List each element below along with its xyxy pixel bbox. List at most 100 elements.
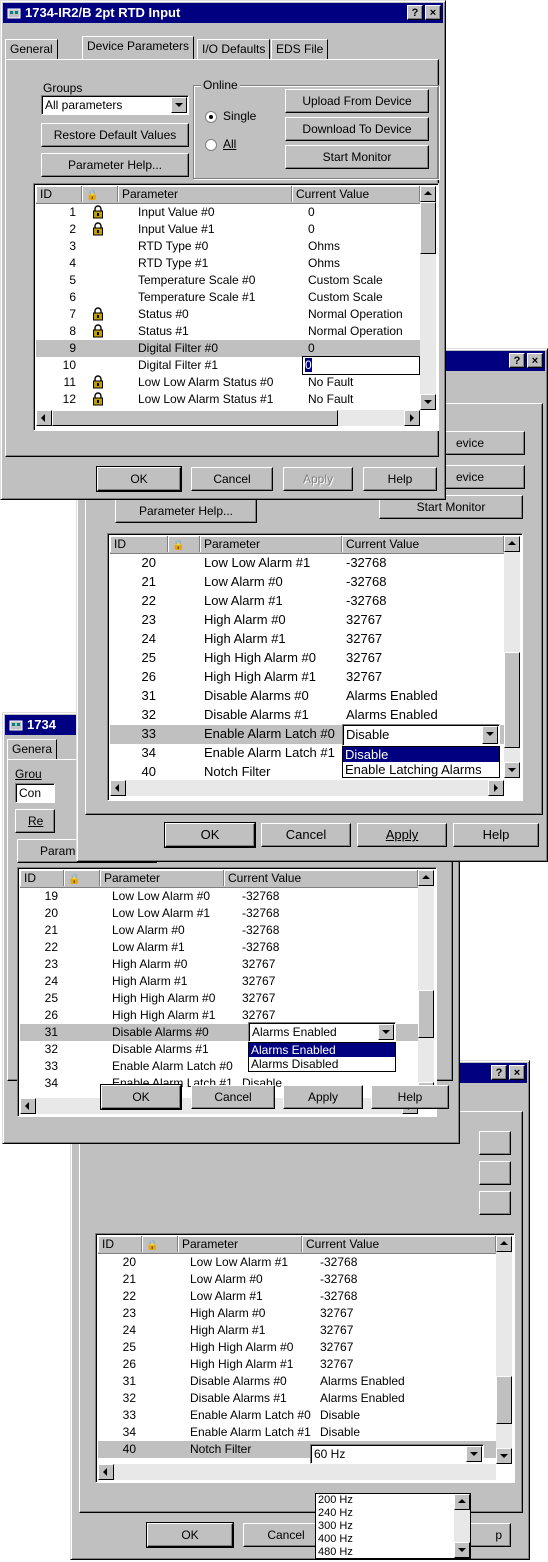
help-title-button[interactable]: ? bbox=[509, 353, 525, 368]
col-parameter[interactable]: Parameter bbox=[200, 536, 342, 552]
disable-alarms-combo[interactable]: Alarms Enabled bbox=[248, 1022, 396, 1042]
col-parameter[interactable]: Parameter bbox=[100, 870, 224, 886]
scroll-thumb[interactable] bbox=[504, 652, 520, 748]
dropdown-arrow[interactable] bbox=[378, 1024, 394, 1040]
options-scroll-down[interactable] bbox=[454, 1542, 470, 1558]
table-row[interactable]: 12 Low Low Alarm Status #1 No Fault bbox=[36, 391, 420, 408]
parameter-list[interactable]: ID 🔒 Parameter Current Value 20 Low Low A… bbox=[95, 1233, 515, 1483]
tab-general[interactable]: General bbox=[5, 39, 58, 59]
close-button[interactable]: × bbox=[425, 5, 441, 20]
table-row[interactable]: 21 Low Alarm #0 -32768 bbox=[98, 1271, 496, 1288]
col-value[interactable]: Current Value bbox=[292, 186, 420, 202]
horizontal-scrollbar[interactable] bbox=[98, 1464, 496, 1480]
tab-general[interactable]: Genera bbox=[7, 739, 58, 759]
table-row[interactable]: 31 Disable Alarms #0 Alarms Enabled bbox=[98, 1373, 496, 1390]
restore-defaults-button[interactable]: Restore Default Values bbox=[41, 123, 189, 147]
radio-all[interactable] bbox=[205, 139, 217, 151]
col-icons[interactable]: 🔒 bbox=[168, 536, 200, 552]
dropdown-option[interactable]: 480 Hz bbox=[316, 1546, 454, 1559]
table-row[interactable]: 20 Low Low Alarm #1 -32768 bbox=[110, 554, 504, 573]
notch-filter-combo[interactable]: 60 Hz bbox=[310, 1444, 484, 1464]
ok-button[interactable]: OK bbox=[100, 1084, 182, 1110]
options-scroll-up[interactable] bbox=[454, 1494, 470, 1510]
parameter-list[interactable]: ID 🔒 Parameter Current Value 20 Low Low A… bbox=[107, 533, 523, 801]
title-bar[interactable]: 1734-IR2/B 2pt RTD Input ? × bbox=[3, 3, 443, 23]
table-row[interactable]: 31 Disable Alarms #0 Alarms Enabled bbox=[110, 687, 504, 706]
table-row[interactable]: 22 Low Alarm #1 -32768 bbox=[98, 1288, 496, 1305]
tab-device-parameters[interactable]: Device Parameters bbox=[82, 36, 195, 59]
vertical-scrollbar[interactable] bbox=[504, 536, 520, 778]
table-row[interactable]: 8 Status #1 Normal Operation bbox=[36, 323, 420, 340]
vertical-scrollbar[interactable] bbox=[496, 1236, 512, 1464]
scroll-thumb[interactable] bbox=[420, 202, 436, 254]
h-scroll-thumb[interactable] bbox=[52, 410, 338, 426]
scroll-down-button[interactable] bbox=[420, 394, 436, 410]
col-id[interactable]: ID bbox=[110, 536, 168, 552]
enable-latch-combo[interactable]: Disable bbox=[342, 724, 500, 746]
help-button[interactable]: Help bbox=[371, 1085, 449, 1109]
dropdown-option[interactable]: Alarms Disabled bbox=[249, 1057, 395, 1071]
dropdown-option[interactable]: 400 Hz bbox=[316, 1533, 454, 1546]
start-monitor-button[interactable]: Start Monitor bbox=[285, 145, 429, 169]
table-row[interactable]: 21 Low Alarm #0 -32768 bbox=[20, 922, 418, 939]
tab-eds-file[interactable]: EDS File bbox=[271, 39, 329, 59]
close-button[interactable]: × bbox=[527, 353, 543, 368]
options-scrollbar[interactable] bbox=[454, 1494, 470, 1558]
table-row[interactable]: 19 Low Low Alarm #0 -32768 bbox=[20, 888, 418, 905]
help-title-button[interactable]: ? bbox=[407, 5, 423, 20]
col-id[interactable]: ID bbox=[98, 1236, 142, 1252]
table-row[interactable]: 7 Status #0 Normal Operation bbox=[36, 306, 420, 323]
scroll-left-button[interactable] bbox=[36, 410, 52, 426]
ok-button[interactable]: OK bbox=[96, 466, 182, 492]
table-row[interactable]: 2 Input Value #1 0 bbox=[36, 221, 420, 238]
table-row[interactable]: 5 Temperature Scale #0 Custom Scale bbox=[36, 272, 420, 289]
dropdown-arrow[interactable] bbox=[466, 1446, 482, 1462]
table-row[interactable]: 20 Low Low Alarm #1 -32768 bbox=[98, 1254, 496, 1271]
table-row[interactable]: 22 Low Alarm #1 -32768 bbox=[20, 939, 418, 956]
table-row[interactable]: 20 Low Low Alarm #1 -32768 bbox=[20, 905, 418, 922]
col-icons[interactable]: 🔒 bbox=[142, 1236, 178, 1252]
ok-button[interactable]: OK bbox=[164, 822, 256, 848]
scroll-right-button[interactable] bbox=[488, 780, 504, 796]
parameter-help-button[interactable]: Parameter Help... bbox=[115, 499, 257, 523]
dropdown-option[interactable]: 240 Hz bbox=[316, 1507, 454, 1520]
scroll-up-button[interactable] bbox=[504, 536, 520, 552]
apply-button[interactable]: Apply bbox=[283, 1085, 363, 1109]
upload-button[interactable] bbox=[479, 1161, 511, 1185]
table-row[interactable]: 22 Low Alarm #1 -32768 bbox=[110, 592, 504, 611]
cancel-button[interactable]: Cancel bbox=[191, 467, 273, 491]
help-button[interactable]: Help bbox=[363, 467, 437, 491]
table-row[interactable]: 34 Enable Alarm Latch #1 Disable bbox=[98, 1424, 496, 1441]
table-row[interactable]: 23 High Alarm #0 32767 bbox=[110, 611, 504, 630]
dropdown-arrow[interactable] bbox=[171, 97, 187, 113]
tab-io-defaults[interactable]: I/O Defaults bbox=[197, 39, 271, 59]
scroll-right-button[interactable] bbox=[404, 410, 420, 426]
groups-combo[interactable]: Con bbox=[15, 783, 55, 803]
radio-single[interactable] bbox=[205, 111, 217, 123]
digital-filter-edit[interactable]: 0 bbox=[302, 356, 420, 375]
table-row[interactable]: 3 RTD Type #0 Ohms bbox=[36, 238, 420, 255]
dropdown-arrow[interactable] bbox=[482, 726, 498, 744]
parameter-list[interactable]: ID 🔒 Parameter Current Value 19 Low Low A… bbox=[17, 867, 437, 1117]
table-row[interactable]: 25 High High Alarm #0 32767 bbox=[98, 1339, 496, 1356]
col-id[interactable]: ID bbox=[36, 186, 82, 202]
dropdown-option[interactable]: 300 Hz bbox=[316, 1520, 454, 1533]
upload-button[interactable]: Upload From Device bbox=[285, 89, 429, 113]
parameter-help-button[interactable]: Parameter Help... bbox=[41, 153, 189, 177]
apply-button[interactable]: Apply bbox=[357, 823, 447, 847]
scroll-thumb[interactable] bbox=[418, 990, 434, 1038]
dropdown-option[interactable]: Disable bbox=[343, 747, 499, 762]
table-row[interactable]: 24 High Alarm #1 32767 bbox=[20, 973, 418, 990]
scroll-down-button[interactable] bbox=[504, 762, 520, 778]
vertical-scrollbar[interactable] bbox=[418, 870, 434, 1098]
download-button[interactable] bbox=[479, 1131, 511, 1155]
scroll-up-button[interactable] bbox=[418, 870, 434, 886]
disable-alarms-options[interactable]: Alarms Enabled Alarms Disabled bbox=[248, 1042, 396, 1072]
table-row[interactable]: 6 Temperature Scale #1 Custom Scale bbox=[36, 289, 420, 306]
vertical-scrollbar[interactable] bbox=[420, 186, 436, 410]
cancel-button[interactable]: Cancel bbox=[191, 1085, 275, 1109]
scroll-up-button[interactable] bbox=[420, 186, 436, 202]
table-row[interactable]: 26 High High Alarm #1 32767 bbox=[98, 1356, 496, 1373]
table-row[interactable]: 24 High Alarm #1 32767 bbox=[110, 630, 504, 649]
notch-filter-options[interactable]: 200 Hz 240 Hz 300 Hz 400 Hz 480 Hz bbox=[315, 1493, 471, 1559]
